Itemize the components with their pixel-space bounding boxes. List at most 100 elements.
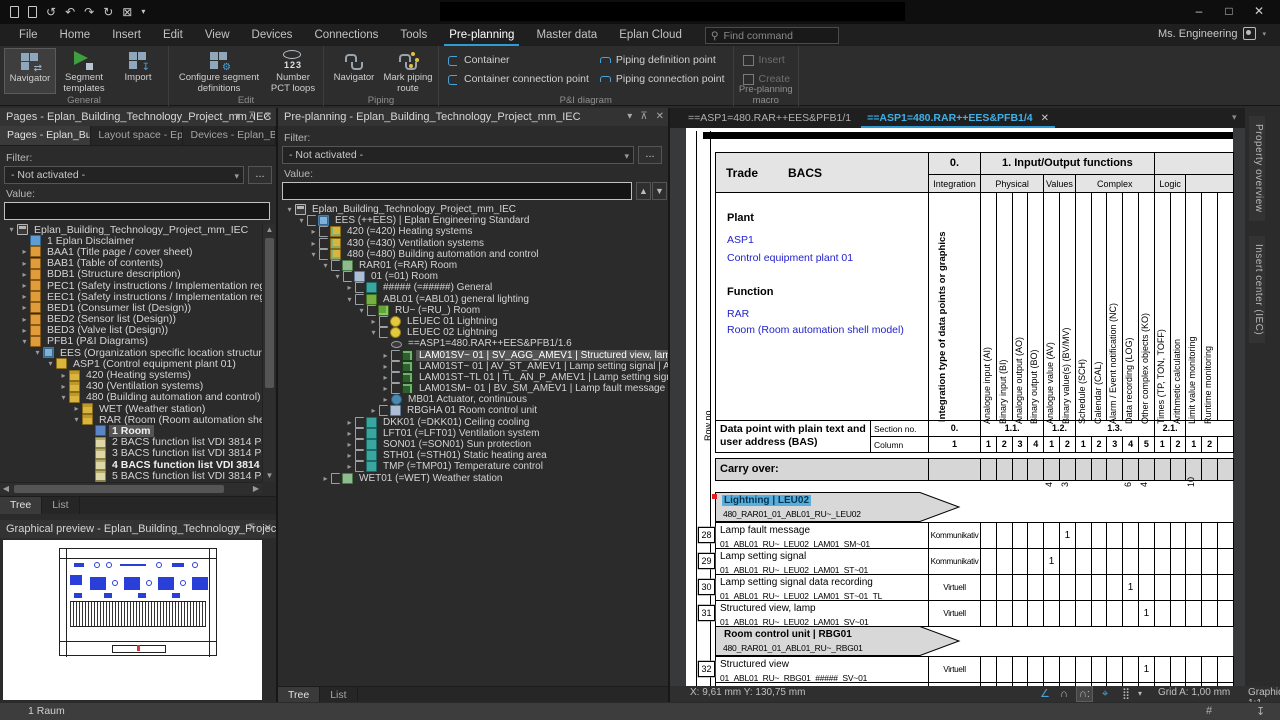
function-count-cell[interactable] <box>1012 656 1029 683</box>
tree-item[interactable]: ▾Eplan_Building_Technology_Project_mm_IE… <box>278 204 668 215</box>
function-count-value[interactable]: 1 <box>1059 522 1076 549</box>
function-count-cell[interactable] <box>1154 600 1171 627</box>
close-button[interactable]: ✕ <box>1244 0 1274 22</box>
tree-item[interactable]: ▸430 (=430) Ventilation systems <box>278 238 668 249</box>
function-count-cell[interactable] <box>1075 600 1092 627</box>
function-count-cell[interactable] <box>1217 522 1234 549</box>
ribbon-tab-pre-planning[interactable]: Pre-planning <box>438 24 525 46</box>
panel-tab-2[interactable]: Devices - Eplan_Buildi... <box>183 126 276 145</box>
tree-item[interactable]: ▸MB01 Actuator, continuous <box>278 394 668 405</box>
collapse-icon[interactable]: ▾ <box>19 337 30 346</box>
collapse-icon[interactable]: ▾ <box>58 393 69 402</box>
scroll-down-icon[interactable]: ▼ <box>263 470 276 482</box>
scroll-left-icon[interactable]: ◀ <box>0 483 12 495</box>
expand-icon[interactable]: ▸ <box>380 351 391 360</box>
function-count-cell[interactable] <box>1043 656 1060 683</box>
collapse-icon[interactable]: ▾ <box>32 348 43 357</box>
ribbon-tab-connections[interactable]: Connections <box>303 24 389 46</box>
collapse-icon[interactable]: ▾ <box>356 306 367 315</box>
function-count-cell[interactable] <box>1091 574 1108 601</box>
function-count-cell[interactable] <box>1185 656 1202 683</box>
expand-icon[interactable]: ▸ <box>368 406 379 415</box>
expand-icon[interactable]: ▸ <box>368 317 379 326</box>
expand-icon[interactable]: ▸ <box>19 247 30 256</box>
tree-item[interactable]: ▸LFT01 (=LFT01) Ventilation system <box>278 428 668 439</box>
tree-item[interactable]: 1 Eplan Disclaimer <box>0 235 262 246</box>
pages-tree-vscrollbar[interactable]: ▲ ▼ <box>262 224 275 482</box>
tree-item[interactable]: ▸420 (Heating systems) <box>0 369 262 380</box>
function-count-cell[interactable] <box>1217 600 1234 627</box>
function-count-cell[interactable] <box>980 656 997 683</box>
function-count-cell[interactable] <box>980 548 997 575</box>
function-count-cell[interactable] <box>1091 548 1108 575</box>
tree-item[interactable]: ▸WET01 (=WET) Weather station <box>278 473 668 484</box>
function-count-cell[interactable] <box>1185 600 1202 627</box>
expand-icon[interactable]: ▸ <box>380 373 391 382</box>
function-count-cell[interactable] <box>1012 600 1029 627</box>
tab-tree[interactable]: Tree <box>278 687 320 702</box>
ribbon-tab-insert[interactable]: Insert <box>101 24 152 46</box>
piping-definition-point-button[interactable]: Piping definition point <box>595 52 729 68</box>
snap-angle-icon[interactable]: ∠ <box>1040 687 1050 701</box>
collapse-icon[interactable]: ▾ <box>368 328 379 337</box>
function-count-cell[interactable] <box>1059 656 1076 683</box>
tree-item[interactable]: ▾RAR01 (=RAR) Room <box>278 260 668 271</box>
function-count-cell[interactable] <box>1154 656 1171 683</box>
drawing-canvas[interactable]: Row noTradeBACS0.1. Input/Output functio… <box>670 128 1245 686</box>
tree-item[interactable]: ▸LAM01ST~ 01 | AV_ST_AMEV1 | Lamp settin… <box>278 361 668 372</box>
expand-icon[interactable]: ▸ <box>320 474 331 483</box>
expand-icon[interactable]: ▸ <box>19 303 30 312</box>
expand-icon[interactable]: ▸ <box>19 326 30 335</box>
tree-item[interactable]: ▾ASP1 (Control equipment plant 01) <box>0 358 262 369</box>
configure-segment-definitions-button[interactable]: ⚙Configure segment definitions <box>173 48 265 94</box>
function-count-value[interactable]: 1 <box>1138 600 1155 627</box>
close-icon[interactable]: ✕ <box>656 108 664 126</box>
ribbon-tab-tools[interactable]: Tools <box>389 24 438 46</box>
tree-item[interactable]: ▸LAM01SM~ 01 | BV_SM_AMEV1 | Lamp fault … <box>278 383 668 394</box>
expand-icon[interactable]: ▸ <box>344 462 355 471</box>
close-project-icon[interactable]: ⊠ <box>122 3 132 21</box>
new-page-icon[interactable] <box>10 6 19 18</box>
function-count-cell[interactable] <box>1027 656 1044 683</box>
function-count-cell[interactable] <box>1106 548 1123 575</box>
tree-item[interactable]: ==ASP1=480.RAR++EES&PFB1/1.6 <box>278 338 668 349</box>
redo-icon[interactable]: ↷ <box>84 3 94 21</box>
function-count-cell[interactable] <box>1012 548 1029 575</box>
function-count-cell[interactable] <box>1138 574 1155 601</box>
grid-chevron-icon[interactable]: ▾ <box>1138 687 1142 701</box>
function-count-cell[interactable] <box>1091 656 1108 683</box>
tab-property-overview[interactable]: Property overview <box>1249 116 1265 221</box>
pin-icon[interactable]: ⊼ <box>248 108 255 126</box>
panel-menu-icon[interactable]: ▾ <box>235 520 240 538</box>
search-down-button[interactable]: ▼ <box>652 182 667 200</box>
function-count-cell[interactable] <box>1106 522 1123 549</box>
function-count-cell[interactable] <box>996 574 1013 601</box>
ribbon-tab-master-data[interactable]: Master data <box>525 24 608 46</box>
function-count-cell[interactable] <box>1201 522 1218 549</box>
panel-menu-icon[interactable]: ▾ <box>235 108 240 126</box>
function-count-cell[interactable] <box>1043 574 1060 601</box>
minimize-button[interactable]: – <box>1184 0 1214 22</box>
function-count-cell[interactable] <box>1059 574 1076 601</box>
function-count-cell[interactable] <box>1027 600 1044 627</box>
tab-insert-center[interactable]: Insert center (IEC) <box>1249 236 1265 343</box>
function-count-cell[interactable] <box>1154 548 1171 575</box>
ribbon-tab-file[interactable]: File <box>8 24 49 46</box>
function-count-cell[interactable] <box>996 522 1013 549</box>
function-count-cell[interactable] <box>1201 548 1218 575</box>
collapse-icon[interactable]: ▾ <box>320 261 331 270</box>
filter-more-button[interactable]: ... <box>638 146 662 164</box>
function-count-cell[interactable] <box>1075 656 1092 683</box>
expand-icon[interactable]: ▸ <box>19 315 30 324</box>
open-page-icon[interactable] <box>28 6 37 18</box>
tree-item[interactable]: ▸LEUEC 01 Lightning <box>278 316 668 327</box>
insert-button[interactable]: Insert <box>738 52 795 68</box>
undo-history-icon[interactable]: ↺ <box>46 3 56 21</box>
function-count-cell[interactable] <box>1012 522 1029 549</box>
function-count-cell[interactable] <box>1217 574 1234 601</box>
expand-icon[interactable]: ▸ <box>19 281 30 290</box>
tree-item[interactable]: ▸PEC1 (Safety instructions / Implementat… <box>0 280 262 291</box>
pin-icon[interactable]: ⊼ <box>640 108 647 126</box>
filter-select[interactable]: - Not activated - ▾ <box>4 166 244 184</box>
collapse-icon[interactable]: ▾ <box>296 216 307 225</box>
